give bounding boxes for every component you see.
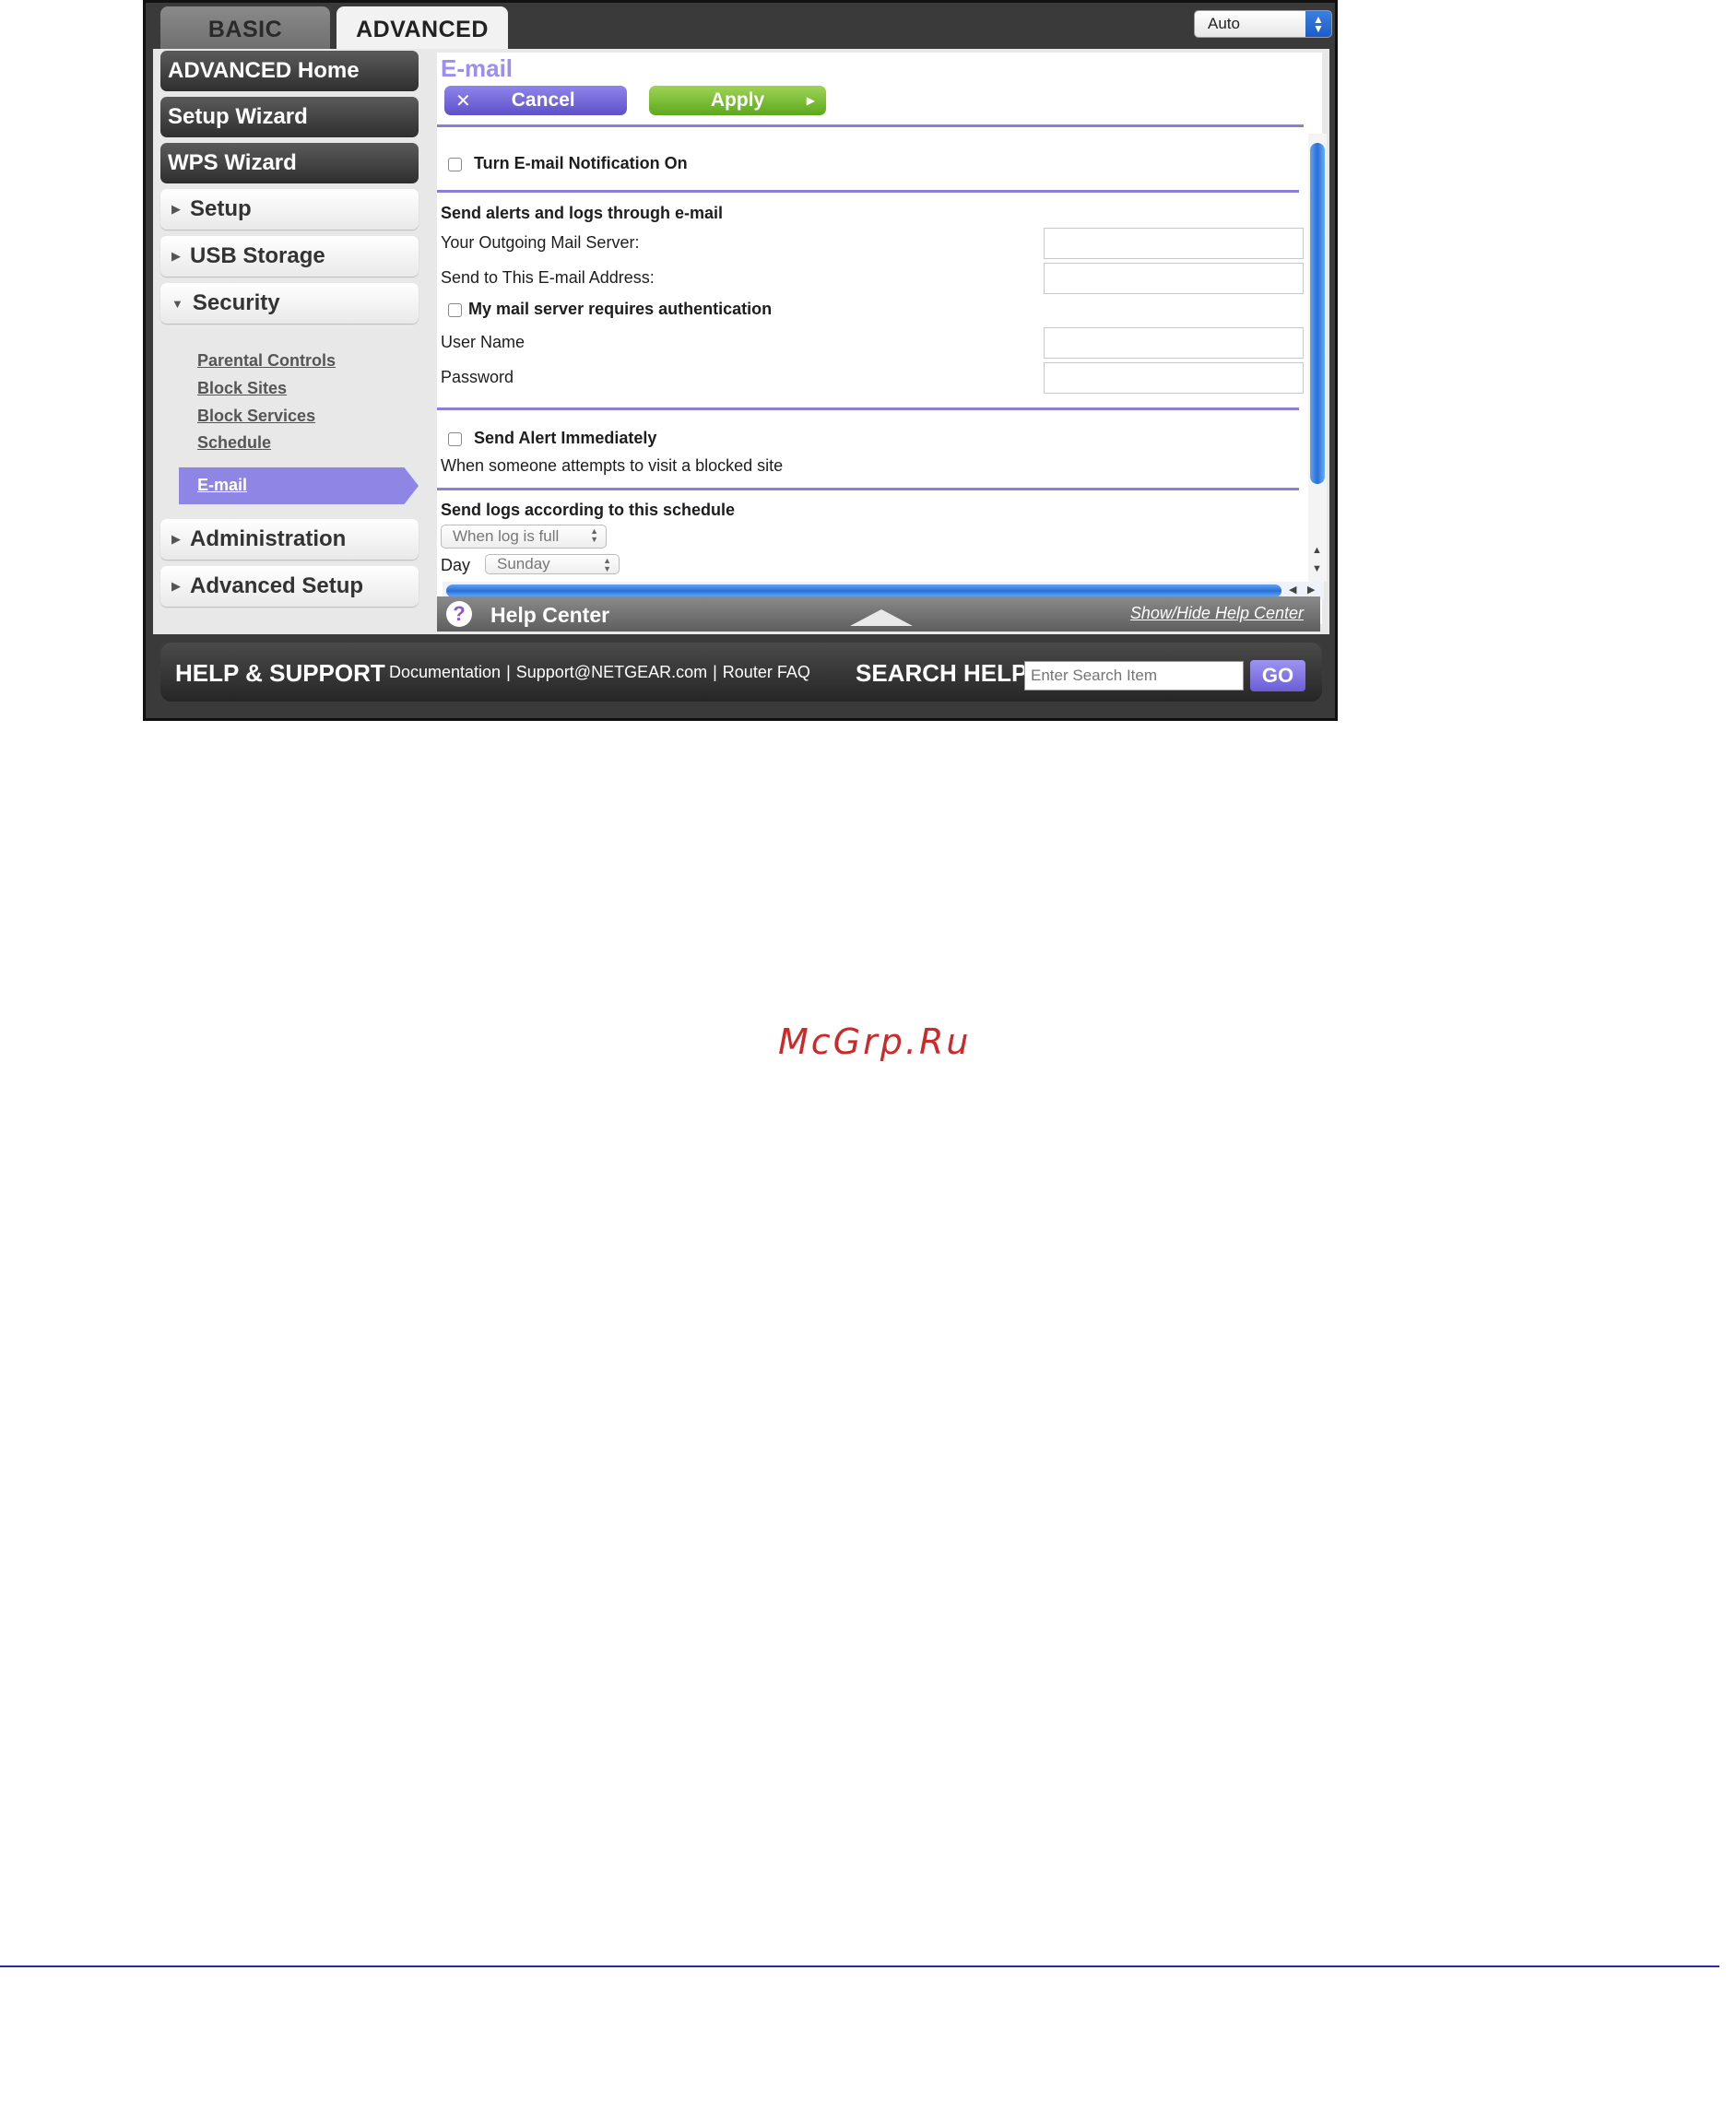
page-title: E-mail	[441, 54, 514, 82]
cancel-button[interactable]: ✕ Cancel	[444, 86, 627, 115]
router-admin-window: BASIC ADVANCED Auto ▲ ▼ ADVANCED Home Set…	[143, 0, 1338, 721]
sidebar-item-advanced-setup[interactable]: ▶ Advanced Setup	[160, 566, 419, 607]
content-panel: E-mail ✕ Cancel Apply ▶ Turn E-mail Noti…	[437, 53, 1327, 624]
triangle-right-icon: ▶	[171, 249, 181, 263]
help-center-label: Help Center	[490, 603, 610, 627]
language-select-value: Auto	[1208, 15, 1240, 32]
sidebar-item-usb-storage[interactable]: ▶ USB Storage	[160, 236, 419, 277]
triangle-right-icon: ▶	[171, 532, 181, 546]
triangle-right-icon: ▶	[171, 579, 181, 593]
apply-button[interactable]: Apply ▶	[649, 86, 826, 115]
vertical-scrollbar[interactable]: ▲ ▼	[1308, 134, 1327, 582]
vertical-scrollbar-thumb[interactable]	[1310, 143, 1325, 484]
link-separator: |	[506, 663, 511, 681]
sidebar-subitem-label: E-mail	[197, 476, 248, 494]
send-to-label: Send to This E-mail Address:	[441, 268, 655, 287]
triangle-down-icon: ▼	[171, 296, 183, 311]
router-inner: BASIC ADVANCED Auto ▲ ▼ ADVANCED Home Set…	[146, 3, 1335, 718]
outgoing-server-label: Your Outgoing Mail Server:	[441, 233, 640, 252]
help-support-links: Documentation | Support@NETGEAR.com | Router…	[389, 663, 810, 682]
day-select[interactable]: Sunday ▲ ▼	[485, 554, 620, 574]
link-separator: |	[713, 663, 717, 681]
sidebar-item-label: USB Storage	[190, 243, 325, 268]
scroll-right-icon[interactable]: ▶	[1307, 584, 1315, 596]
sidebar-subitem-block-sites[interactable]: Block Sites	[197, 379, 287, 398]
email-notification-checkbox[interactable]	[448, 158, 462, 171]
updown-arrows-icon: ▲ ▼	[590, 526, 598, 544]
send-alert-checkbox[interactable]	[448, 432, 462, 446]
password-label: Password	[441, 368, 514, 386]
sidebar-subitem-block-services[interactable]: Block Services	[197, 407, 315, 426]
updown-arrows-icon: ▲ ▼	[603, 556, 611, 573]
scroll-down-icon[interactable]: ▼	[1312, 563, 1322, 574]
sidebar-subitem-email[interactable]: E-mail	[179, 467, 419, 504]
password-input[interactable]	[1044, 362, 1304, 394]
username-input[interactable]	[1044, 327, 1304, 359]
sidebar-item-wps-wizard[interactable]: WPS Wizard	[160, 143, 419, 183]
triangle-right-icon: ▶	[806, 94, 815, 107]
section-heading-schedule: Send logs according to this schedule	[441, 501, 736, 519]
go-button[interactable]: GO	[1250, 660, 1305, 691]
sidebar-subitem-schedule[interactable]: Schedule	[197, 433, 271, 453]
sidebar-item-label: Advanced Setup	[190, 573, 364, 598]
documentation-link[interactable]: Documentation	[389, 663, 501, 681]
email-notification-label: Turn E-mail Notification On	[474, 154, 688, 172]
support-email-link[interactable]: Support@NETGEAR.com	[516, 663, 707, 681]
updown-arrows-icon: ▲ ▼	[1305, 11, 1331, 37]
send-to-email-input[interactable]	[1044, 263, 1304, 294]
tab-advanced[interactable]: ADVANCED	[337, 6, 508, 53]
show-hide-help-link[interactable]: Show/Hide Help Center	[1130, 604, 1304, 623]
divider	[437, 488, 1299, 490]
horizontal-scrollbar-thumb[interactable]	[446, 584, 1281, 597]
day-label: Day	[441, 556, 471, 574]
sidebar-item-setup-wizard[interactable]: Setup Wizard	[160, 97, 419, 137]
auth-label: My mail server requires authentication	[468, 300, 773, 318]
send-alert-description: When someone attempts to visit a blocked…	[441, 456, 784, 475]
language-select[interactable]: Auto ▲ ▼	[1194, 10, 1332, 38]
scroll-up-icon[interactable]: ▲	[1312, 545, 1322, 556]
divider	[437, 407, 1299, 410]
divider	[437, 190, 1299, 193]
sidebar-item-security[interactable]: ▼ Security	[160, 283, 419, 324]
schedule-select-value: When log is full	[453, 527, 560, 545]
apply-button-label: Apply	[710, 89, 765, 111]
router-faq-link[interactable]: Router FAQ	[723, 663, 810, 681]
search-help-input[interactable]	[1024, 661, 1244, 690]
send-alert-label: Send Alert Immediately	[474, 429, 657, 447]
auth-checkbox[interactable]	[448, 303, 462, 317]
help-support-title: HELP & SUPPORT	[175, 659, 385, 687]
outgoing-server-input[interactable]	[1044, 228, 1304, 259]
day-select-value: Sunday	[497, 555, 550, 572]
page-bottom-rule	[0, 1965, 1719, 1967]
expand-up-icon[interactable]	[850, 609, 913, 626]
help-support-footer: HELP & SUPPORT Documentation | Support@NET…	[160, 643, 1322, 702]
question-icon: ?	[446, 601, 472, 627]
help-center-bar: ? Help Center Show/Hide Help Center	[437, 596, 1320, 631]
tab-basic[interactable]: BASIC	[160, 6, 330, 53]
scroll-left-icon[interactable]: ◀	[1289, 584, 1296, 596]
sidebar-item-label: Setup	[190, 196, 252, 221]
sidebar-item-label: Administration	[190, 526, 347, 551]
sidebar-item-setup[interactable]: ▶ Setup	[160, 189, 419, 230]
close-icon: ✕	[455, 90, 471, 112]
schedule-select[interactable]: When log is full ▲ ▼	[441, 525, 607, 549]
sidebar-item-administration[interactable]: ▶ Administration	[160, 519, 419, 560]
watermark: McGrp.Ru	[778, 1021, 972, 1062]
section-heading-alerts: Send alerts and logs through e-mail	[441, 204, 724, 222]
divider	[437, 124, 1304, 127]
sidebar-item-advanced-home[interactable]: ADVANCED Home	[160, 51, 419, 91]
triangle-right-icon: ▶	[171, 202, 181, 216]
main-body: ADVANCED Home Setup Wizard WPS Wizard ▶ …	[153, 49, 1329, 634]
search-help-title: SEARCH HELP	[856, 659, 1028, 687]
sidebar-subitem-parental-controls[interactable]: Parental Controls	[197, 351, 336, 371]
sidebar-item-label: Security	[192, 290, 280, 315]
username-label: User Name	[441, 333, 526, 351]
cancel-button-label: Cancel	[511, 89, 575, 111]
